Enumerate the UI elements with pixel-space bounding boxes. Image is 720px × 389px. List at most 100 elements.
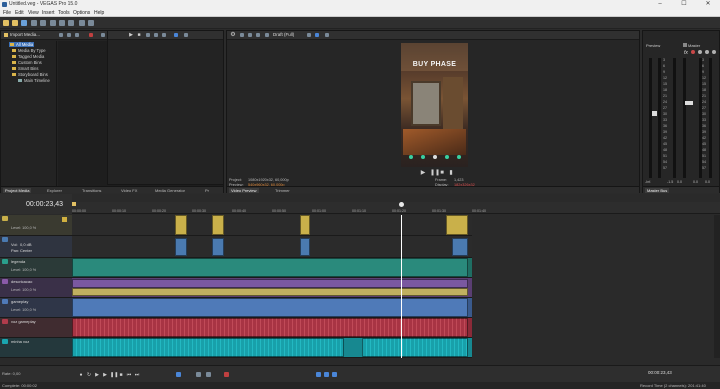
tab-video-fx[interactable]: Video FX [121, 188, 137, 193]
downmix-icon[interactable] [705, 50, 709, 54]
delete-icon[interactable] [224, 372, 229, 377]
track-name[interactable]: legenda [11, 259, 25, 264]
track-lane-gameplay[interactable] [72, 298, 472, 318]
dim-icon[interactable] [712, 50, 716, 54]
cut-icon[interactable] [50, 20, 56, 26]
track-header-audio-1[interactable]: Vol: 0,0 dB Pan: Center [0, 236, 72, 258]
audio-clip[interactable] [175, 238, 187, 256]
preview-pause-icon[interactable]: ❚❚ [430, 170, 440, 176]
paste-icon[interactable] [68, 20, 74, 26]
video-clip[interactable] [446, 215, 468, 235]
selection-tool-icon[interactable] [206, 372, 211, 377]
zoom-icon[interactable] [174, 33, 178, 37]
tab-video-preview[interactable]: Video Preview [229, 188, 259, 193]
menu-edit[interactable]: Edit [15, 10, 24, 16]
minimize-button[interactable]: – [648, 0, 672, 9]
audio-clip[interactable] [300, 238, 310, 256]
tree-item-smart-bins[interactable]: Smart Bins [12, 66, 38, 71]
record-icon[interactable]: ● [78, 372, 84, 378]
get-media-icon[interactable] [67, 33, 71, 37]
track-header-video-1[interactable]: Level: 100,0 % [0, 215, 72, 236]
video-clip[interactable] [72, 298, 468, 317]
preview-fx-icon[interactable] [240, 33, 244, 37]
track-header-gameplay[interactable]: gameplay Level: 100,0 % [0, 298, 72, 318]
audio-clip[interactable] [72, 338, 344, 357]
go-to-end-icon[interactable]: ⏭ [134, 372, 140, 378]
snapping-icon[interactable] [316, 372, 321, 377]
audio-clip[interactable] [72, 318, 468, 337]
menu-options[interactable]: Options [73, 10, 90, 16]
lock-envelopes-icon[interactable] [332, 372, 337, 377]
views-icon[interactable] [101, 33, 105, 37]
track-lane-audio-1[interactable] [72, 236, 472, 258]
copy-icon[interactable] [59, 20, 65, 26]
video-clip[interactable] [175, 215, 187, 235]
menu-insert[interactable]: Insert [42, 10, 55, 16]
video-clip[interactable] [72, 258, 468, 277]
settings-gear-icon[interactable]: ⚙ [230, 32, 236, 38]
copy-snapshot-icon[interactable] [307, 33, 311, 37]
tree-item-media-by-type[interactable]: Media By Type [12, 48, 46, 53]
pause-icon[interactable]: ❚❚ [110, 372, 118, 378]
tab-more[interactable]: Pr [205, 188, 209, 193]
tree-item-main-timeline[interactable]: Main Timeline [18, 78, 50, 83]
maximize-button[interactable]: ☐ [672, 0, 696, 9]
track-header-legenda[interactable]: legenda Level: 100,0 % [0, 258, 72, 278]
video-clip[interactable] [212, 215, 224, 235]
tree-item-custom-bins[interactable]: Custom Bins [12, 60, 42, 65]
play-from-start-icon[interactable]: ▶ [94, 372, 100, 378]
tree-item-all-media[interactable]: All Media [9, 42, 35, 47]
track-lane-minha-voz[interactable] [72, 338, 472, 358]
media-fx-icon[interactable] [89, 33, 93, 37]
normal-edit-tool-icon[interactable] [176, 372, 181, 377]
preview-play-icon[interactable]: ▶ [420, 170, 426, 176]
track-header-minha-voz[interactable]: minha voz [0, 338, 72, 358]
mark-out-icon[interactable] [162, 33, 166, 37]
loop-playback-icon[interactable]: ↻ [86, 372, 92, 378]
undo-icon[interactable] [79, 20, 85, 26]
tab-project-media[interactable]: Project Media [3, 188, 32, 193]
track-name[interactable]: voz gameplay [11, 319, 36, 324]
save-icon[interactable] [21, 20, 27, 26]
track-lane-video-1[interactable] [72, 215, 472, 236]
render-icon[interactable] [40, 20, 46, 26]
properties-icon[interactable] [31, 20, 37, 26]
preview-stop-icon[interactable]: ■ [439, 170, 445, 176]
preview-quality-icon[interactable] [265, 33, 269, 37]
loop-icon[interactable] [146, 33, 150, 37]
preview-quality-select[interactable]: Draft (Full) [273, 32, 294, 37]
audio-clip[interactable] [452, 238, 468, 256]
tab-explorer[interactable]: Explorer [47, 188, 62, 193]
track-name[interactable]: descricacao [11, 279, 32, 284]
preview-options-icon[interactable] [325, 33, 329, 37]
tree-item-tagged-media[interactable]: Tagged Media [12, 54, 44, 59]
mute-icon[interactable] [691, 50, 695, 54]
import-media-button[interactable]: Import Media... [10, 32, 40, 37]
track-fx-icon[interactable] [62, 217, 67, 222]
track-lane-voz-gameplay[interactable] [72, 318, 472, 338]
video-clip[interactable] [72, 288, 468, 296]
split-screen-icon[interactable] [248, 33, 252, 37]
import-media-icon[interactable] [4, 33, 8, 37]
play-icon[interactable]: ▶ [128, 32, 134, 38]
go-to-start-icon[interactable]: ⏮ [126, 372, 132, 378]
menu-help[interactable]: Help [94, 10, 104, 16]
solo-icon[interactable] [698, 50, 702, 54]
tree-item-storyboard-bins[interactable]: Storyboard Bins [12, 72, 48, 77]
playhead-handle[interactable] [399, 202, 404, 207]
tab-master-bus[interactable]: Master Bus [645, 188, 670, 193]
close-button[interactable]: ✕ [696, 0, 720, 9]
track-lane-legenda[interactable] [72, 258, 472, 278]
remove-media-icon[interactable] [75, 33, 79, 37]
audio-clip[interactable] [362, 338, 468, 357]
preview-next-icon[interactable]: ▮ [448, 170, 454, 176]
save-snapshot-icon[interactable] [315, 33, 319, 37]
menu-view[interactable]: View [28, 10, 39, 16]
audio-channel-icon[interactable] [184, 33, 188, 37]
play-icon[interactable]: ▶ [102, 372, 108, 378]
new-project-icon[interactable] [3, 20, 9, 26]
auto-ripple-icon[interactable] [324, 372, 329, 377]
fx-icon[interactable]: fx [684, 50, 688, 56]
track-name[interactable]: minha voz [11, 339, 29, 344]
video-clip[interactable] [300, 215, 310, 235]
